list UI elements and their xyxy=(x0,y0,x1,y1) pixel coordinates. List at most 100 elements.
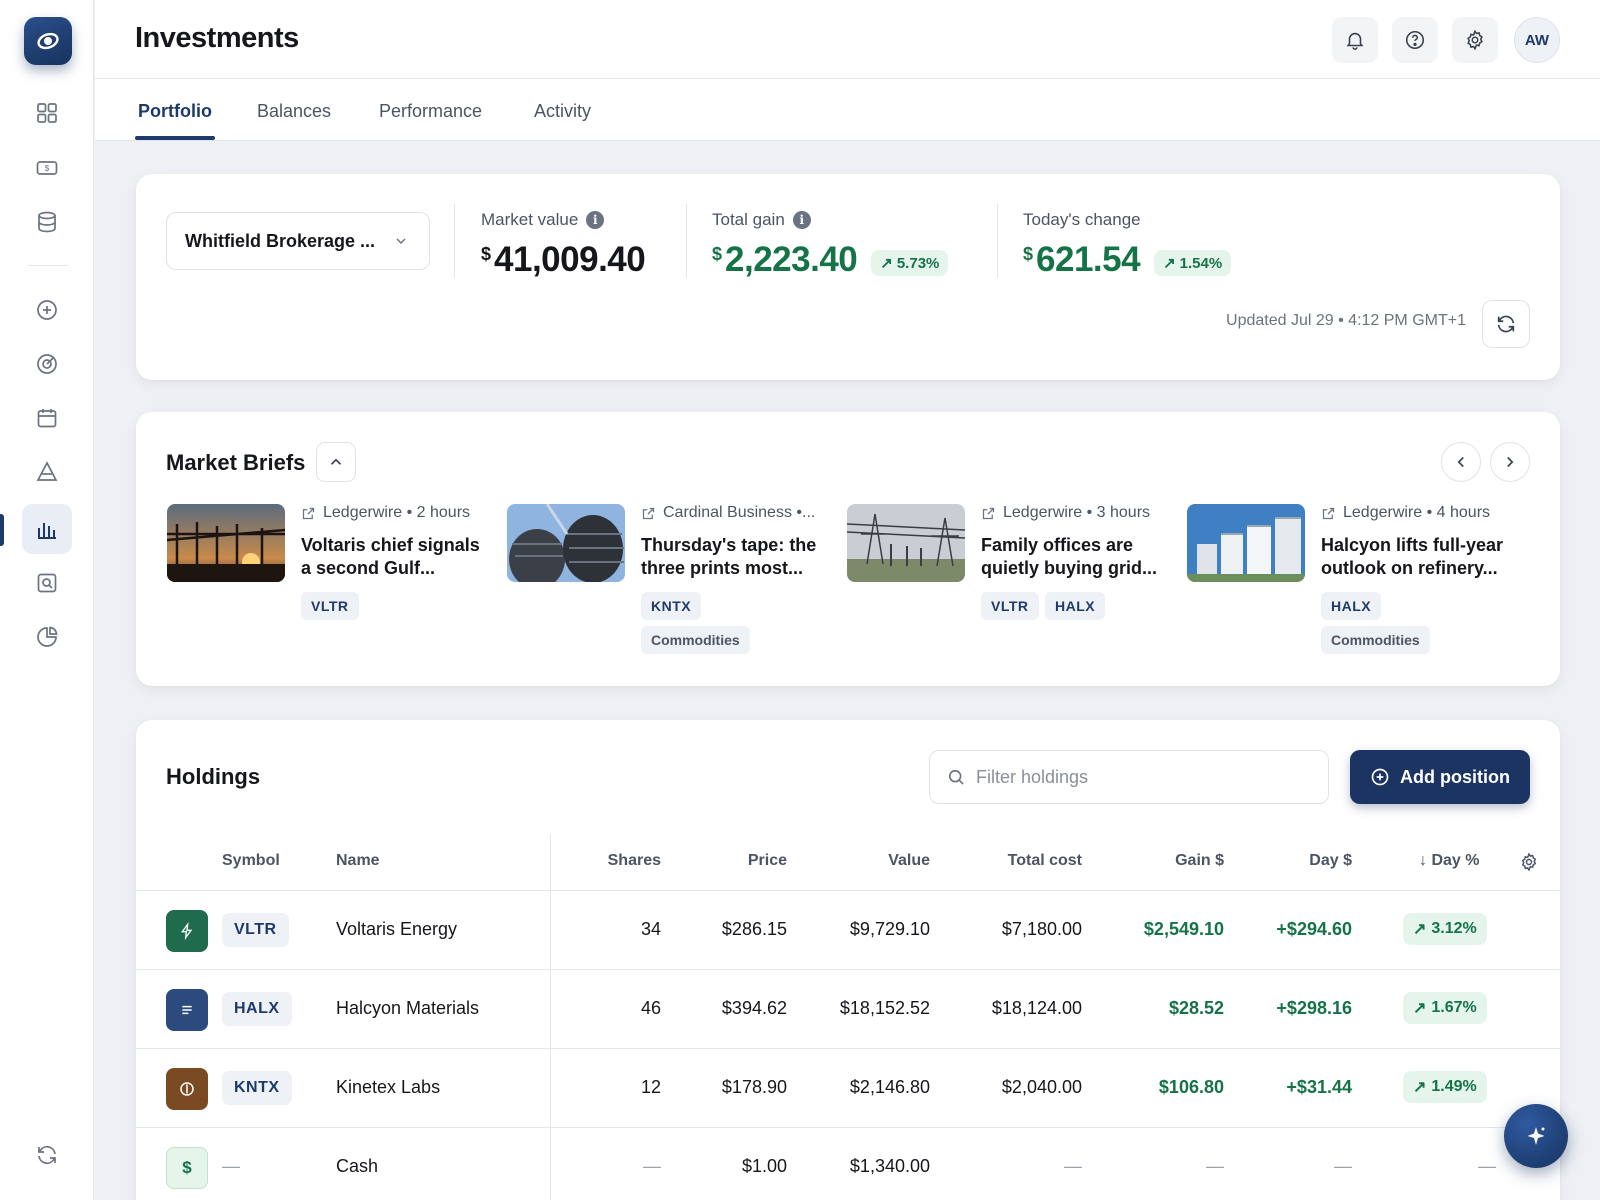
sidebar-item-research[interactable] xyxy=(22,558,72,608)
sidebar-active-indicator xyxy=(0,514,4,546)
sidebar-item-add[interactable] xyxy=(22,285,72,335)
brief-topic-tag[interactable]: Commodities xyxy=(641,626,750,654)
last-updated-text: Updated Jul 29 • 4:12 PM GMT+1 xyxy=(1226,312,1466,329)
info-icon[interactable]: i xyxy=(586,211,605,229)
holding-total-cost: $7,180.00 xyxy=(1001,919,1082,939)
briefs-next-button[interactable] xyxy=(1490,442,1530,482)
col-name[interactable]: Name xyxy=(336,852,380,870)
table-row[interactable]: HALX Halcyon Materials 46 $394.62 $18,15… xyxy=(136,969,1560,1048)
sidebar-item-cash[interactable]: $ xyxy=(22,143,72,193)
external-link-icon xyxy=(642,507,655,519)
account-select[interactable]: Whitfield Brokerage ... xyxy=(166,212,430,270)
tab-performance[interactable]: Performance xyxy=(379,101,482,122)
table-row[interactable]: $ — Cash — $1.00 $1,340.00 — — — — xyxy=(136,1127,1560,1200)
holding-day-change: +$31.44 xyxy=(1286,1077,1352,1097)
sync-icon xyxy=(38,1145,56,1165)
table-row[interactable]: VLTR Voltaris Energy 34 $286.15 $9,729.1… xyxy=(136,890,1560,969)
holdings-card: Holdings Add position Symbol Name Shares… xyxy=(136,720,1560,1200)
pie-chart-icon xyxy=(37,626,58,647)
brief-thumbnail xyxy=(847,504,965,582)
collapse-briefs-button[interactable] xyxy=(316,442,356,482)
sidebar-item-calendar[interactable] xyxy=(22,393,72,443)
col-shares[interactable]: Shares xyxy=(608,852,661,870)
tab-portfolio[interactable]: Portfolio xyxy=(138,101,212,122)
col-day-pct[interactable]: ↓ Day % xyxy=(1419,852,1479,870)
brief-headline[interactable]: Thursday's tape: the three prints most..… xyxy=(641,534,831,580)
settings-button[interactable] xyxy=(1452,17,1498,63)
holding-day-pct: 1.67% xyxy=(1431,999,1477,1016)
holdings-filter xyxy=(929,750,1329,804)
brief-headline[interactable]: Voltaris chief signals a second Gulf... xyxy=(301,534,491,580)
col-day[interactable]: Day $ xyxy=(1309,852,1352,870)
info-icon[interactable]: i xyxy=(792,211,811,229)
col-total-cost[interactable]: Total cost xyxy=(1008,852,1082,870)
total-gain-label: Total gain xyxy=(712,210,785,229)
symbol-tag[interactable]: KNTX xyxy=(222,1071,292,1105)
brief-headline[interactable]: Family offices are quietly buying grid..… xyxy=(981,534,1171,580)
brief-topic-tag[interactable]: Commodities xyxy=(1321,626,1430,654)
external-link-icon xyxy=(982,507,995,519)
market-briefs-title: Market Briefs xyxy=(166,450,306,475)
brief-ticker-tag[interactable]: KNTX xyxy=(641,592,702,620)
active-tab-indicator xyxy=(135,136,215,140)
bolt-icon xyxy=(166,910,208,952)
briefs-prev-button[interactable] xyxy=(1441,442,1481,482)
total-gain-amount: 2,223.40 xyxy=(725,240,858,279)
brief-ticker-tag[interactable]: HALX xyxy=(1321,592,1382,620)
column-settings-button[interactable] xyxy=(1519,852,1539,877)
arrow-up-right-icon: ↗ xyxy=(1413,921,1427,938)
app-logo[interactable] xyxy=(24,17,72,65)
brief-card[interactable]: Cardinal Business •... Thursday's tape: … xyxy=(507,504,837,654)
refresh-button[interactable] xyxy=(1482,300,1530,348)
search-icon xyxy=(948,769,964,785)
sidebar-item-allocation[interactable] xyxy=(22,612,72,662)
sidebar-item-triangle[interactable] xyxy=(22,447,72,497)
table-row[interactable]: KNTX Kinetex Labs 12 $178.90 $2,146.80 $… xyxy=(136,1048,1560,1127)
brief-card[interactable]: Ledgerwire • 3 hours Family offices are … xyxy=(847,504,1177,654)
triangle-icon xyxy=(36,461,58,481)
brief-source-text: Ledgerwire • 2 hours xyxy=(323,504,471,521)
brief-ticker-tag[interactable]: HALX xyxy=(1045,592,1106,620)
sidebar-item-dashboard[interactable] xyxy=(22,88,72,138)
tab-activity[interactable]: Activity xyxy=(534,101,591,122)
add-position-button[interactable]: Add position xyxy=(1350,750,1530,804)
brief-source: Ledgerwire • 2 hours xyxy=(301,504,470,522)
refresh-icon xyxy=(1497,315,1515,333)
col-symbol[interactable]: Symbol xyxy=(222,852,280,870)
brief-card[interactable]: Ledgerwire • 4 hours Halcyon lifts full-… xyxy=(1187,504,1517,654)
todays-change-amount: 621.54 xyxy=(1036,240,1141,279)
holding-gain: $106.80 xyxy=(1158,1077,1224,1097)
page-title: Investments xyxy=(135,22,299,54)
todays-change-metric: Today's change $621.54 ↗ 1.54% xyxy=(1023,210,1232,280)
sparkle-icon xyxy=(1527,1127,1545,1145)
brief-ticker-tag[interactable]: VLTR xyxy=(301,592,359,620)
notifications-button[interactable] xyxy=(1332,17,1378,63)
brief-headline[interactable]: Halcyon lifts full-year outlook on refin… xyxy=(1321,534,1511,580)
brief-card[interactable]: Ledgerwire • 2 hours Voltaris chief sign… xyxy=(167,504,497,654)
sidebar-item-sync[interactable] xyxy=(22,1130,72,1180)
sidebar-item-database[interactable] xyxy=(22,197,72,247)
dollar-icon: $ xyxy=(166,1147,208,1189)
brief-source-text: Ledgerwire • 3 hours xyxy=(1003,504,1151,521)
sidebar-item-investments[interactable] xyxy=(22,504,72,554)
arrow-up-right-icon: ↗ xyxy=(1413,1000,1427,1017)
gear-icon xyxy=(1521,852,1537,872)
brief-ticker-tag[interactable]: VLTR xyxy=(981,592,1039,620)
brief-source: Ledgerwire • 3 hours xyxy=(981,504,1150,522)
account-select-value: Whitfield Brokerage ... xyxy=(185,230,376,251)
todays-change-pct: 1.54% xyxy=(1179,254,1223,272)
col-price[interactable]: Price xyxy=(748,852,787,870)
cash-icon: $ xyxy=(36,161,58,175)
assistant-fab-button[interactable] xyxy=(1504,1104,1568,1168)
sidebar-item-goals[interactable] xyxy=(22,339,72,389)
col-gain[interactable]: Gain $ xyxy=(1175,852,1224,870)
brief-source-text: Ledgerwire • 4 hours xyxy=(1343,504,1491,521)
symbol-tag[interactable]: VLTR xyxy=(222,913,289,947)
help-button[interactable] xyxy=(1392,17,1438,63)
symbol-tag[interactable]: HALX xyxy=(222,992,292,1026)
col-value[interactable]: Value xyxy=(888,852,930,870)
tab-balances[interactable]: Balances xyxy=(257,101,331,122)
holding-value: $9,729.10 xyxy=(849,919,930,939)
filter-holdings-input[interactable] xyxy=(976,766,1306,788)
user-avatar[interactable]: AW xyxy=(1514,17,1560,63)
